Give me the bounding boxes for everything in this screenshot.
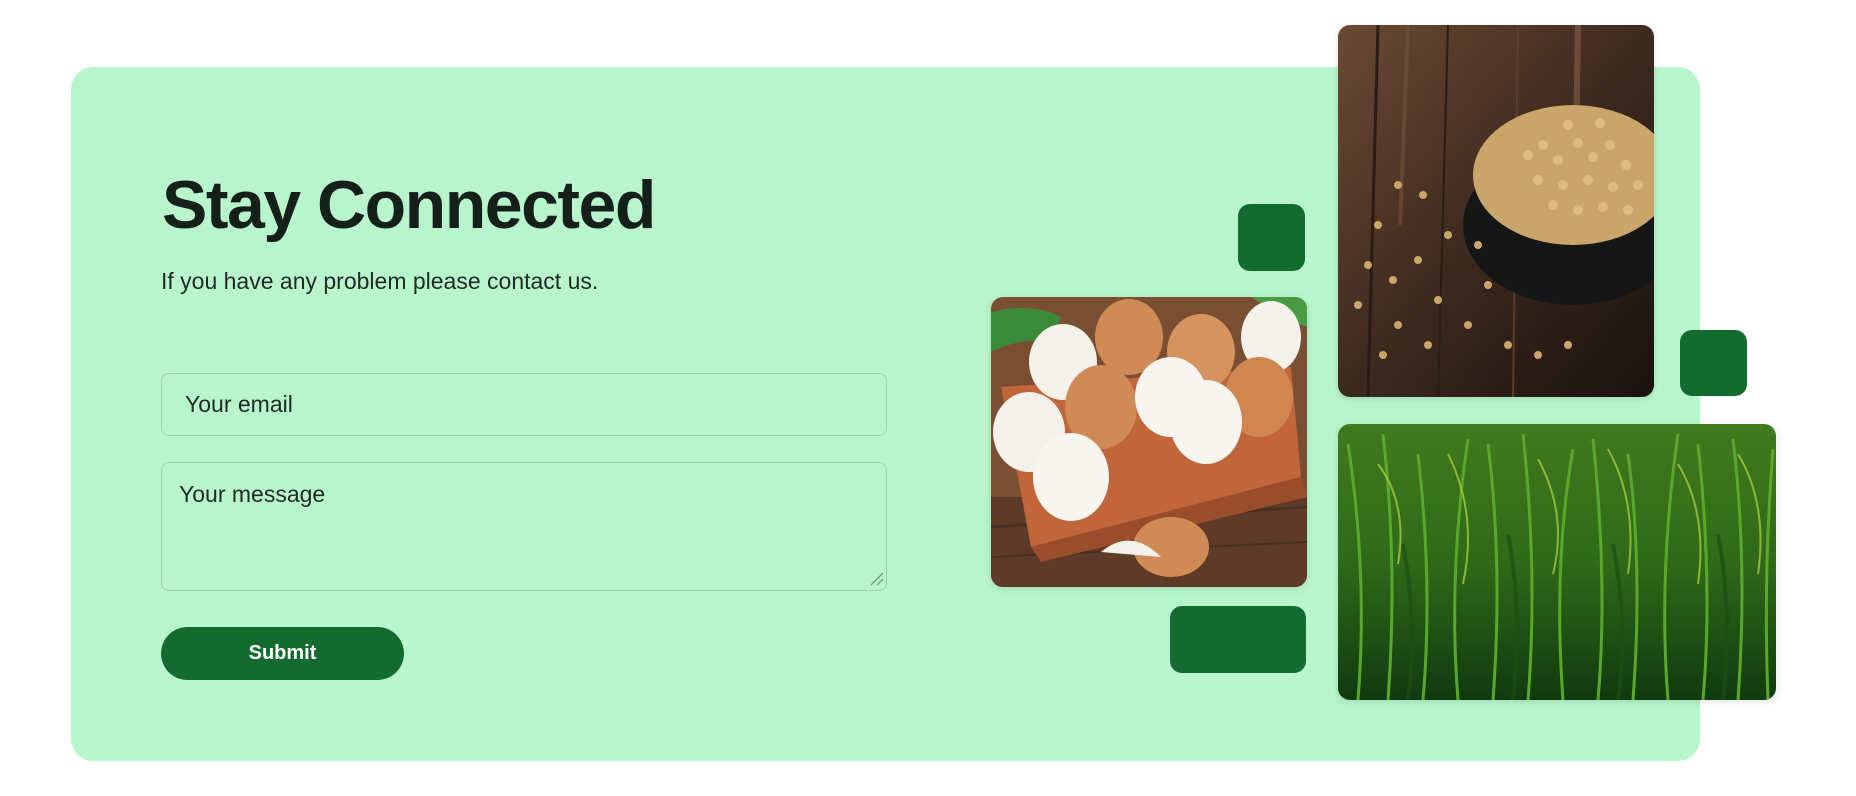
soybeans-bowl-photo	[1338, 25, 1654, 397]
rice-field-photo	[1338, 424, 1776, 700]
page: Stay Connected If you have any problem p…	[0, 0, 1856, 796]
email-field[interactable]	[161, 373, 887, 436]
submit-button[interactable]: Submit	[161, 627, 404, 680]
decorative-square-2	[1680, 330, 1747, 396]
page-title: Stay Connected	[162, 167, 656, 243]
decorative-rectangle	[1170, 606, 1306, 673]
message-field[interactable]	[161, 462, 887, 591]
eggs-carton-photo	[991, 297, 1307, 587]
decorative-square-1	[1238, 204, 1305, 271]
page-subtitle: If you have any problem please contact u…	[161, 268, 599, 294]
resize-handle-icon[interactable]	[868, 570, 884, 586]
